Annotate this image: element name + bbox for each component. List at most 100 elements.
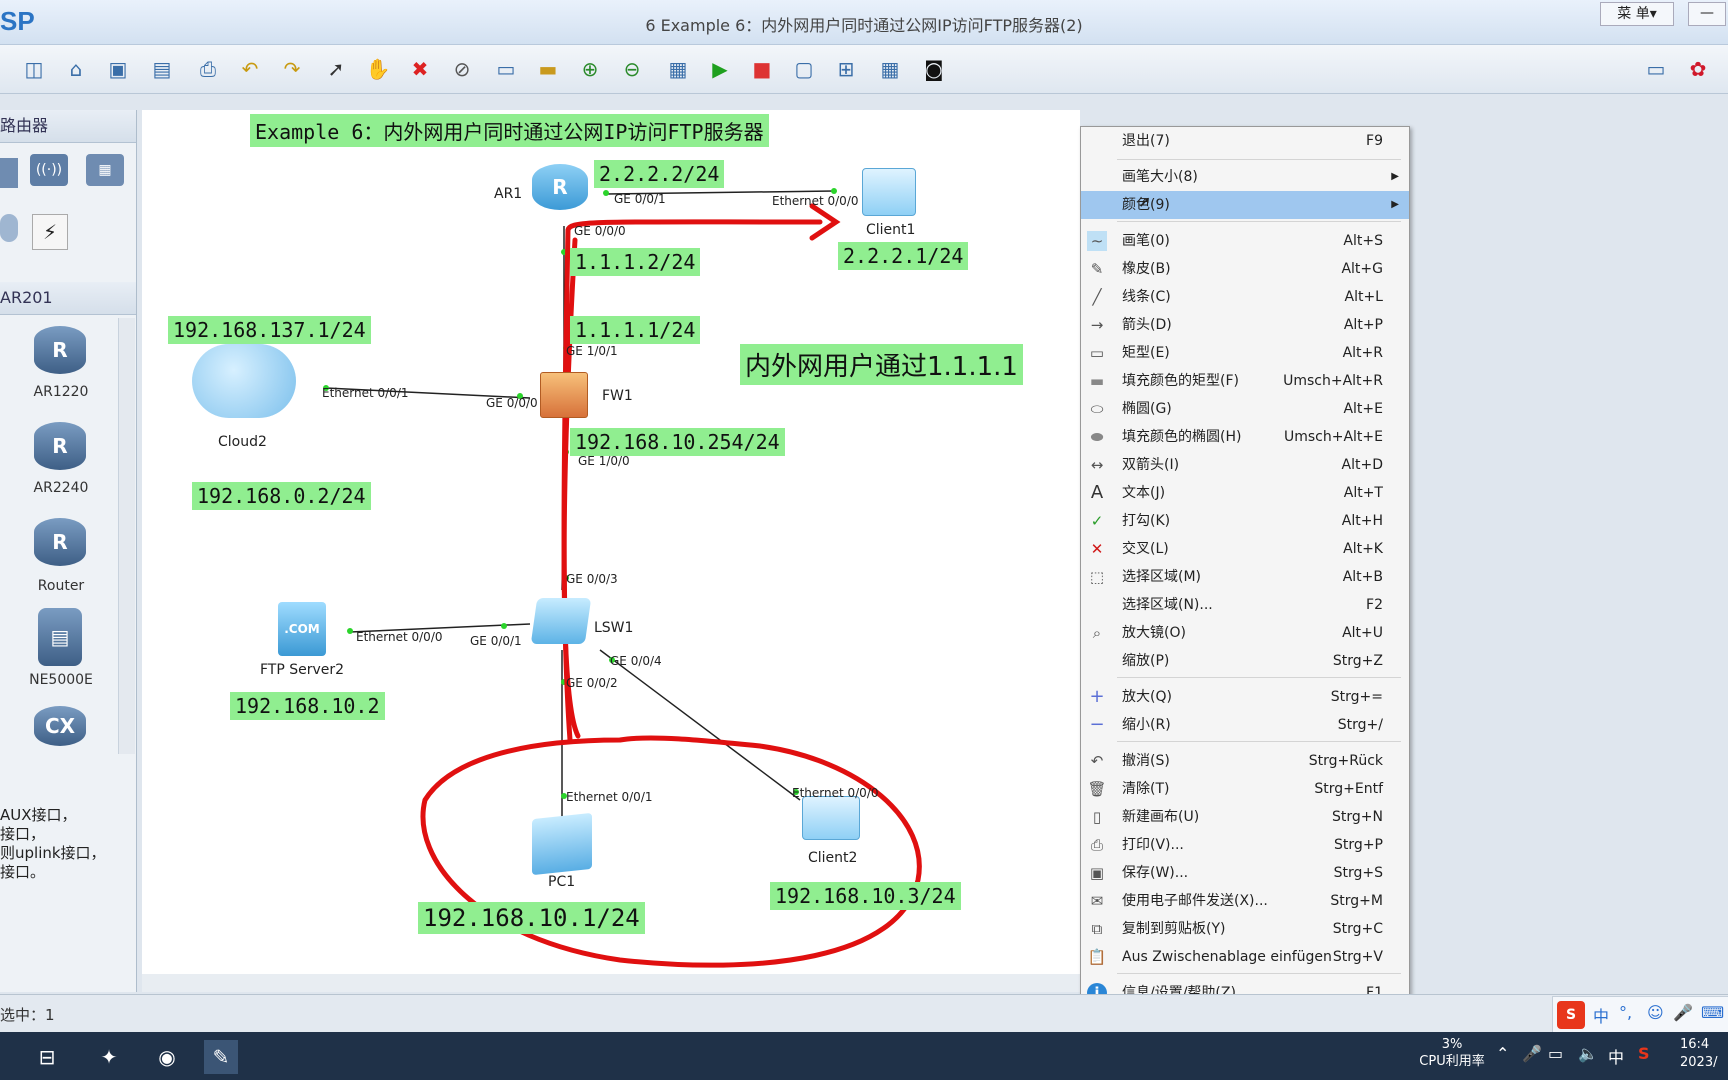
input-language[interactable]: 中 bbox=[1608, 1044, 1624, 1068]
menu-item-shortcut: Alt+B bbox=[1342, 569, 1383, 585]
chevron-up-icon[interactable]: ⌃ bbox=[1496, 1044, 1509, 1063]
lsw1-switch-icon[interactable] bbox=[530, 598, 592, 644]
menu-item-check[interactable]: ✓ 打勾(K) Alt+H bbox=[1081, 507, 1409, 535]
menu-item-arrow[interactable]: → 箭头(D) Alt+P bbox=[1081, 311, 1409, 339]
client2-icon[interactable] bbox=[802, 796, 860, 840]
drawing-context-menu: 退出(7) F9 画笔大小(8) ▶ 颜色(9) ▶ ∼ 画笔(0) Alt+S ✎ 橡皮(… bbox=[1080, 126, 1410, 1032]
port-label: GE 0/0/0 bbox=[486, 396, 538, 410]
menu-item-zoom-out[interactable]: − 缩小(R) Strg+/ bbox=[1081, 711, 1409, 739]
menu-item-magnifier[interactable]: ⌕ 放大镜(O) Alt+U bbox=[1081, 619, 1409, 647]
submenu-arrow-icon: ▶ bbox=[1391, 199, 1399, 210]
ip-label-fw1-in: 192.168.10.254/24 bbox=[570, 428, 785, 456]
fw1-firewall-icon[interactable] bbox=[540, 372, 588, 418]
menu-item-ellipse[interactable]: ⬭ 椭圆(G) Alt+E bbox=[1081, 395, 1409, 423]
menu-item-shortcut: Umsch+Alt+R bbox=[1283, 373, 1383, 389]
menu-item-zoom-in[interactable]: + 放大(Q) Strg+= bbox=[1081, 683, 1409, 711]
keyboard-icon[interactable]: ⌨ bbox=[1701, 1003, 1724, 1022]
menu-item-email[interactable]: ✉ 使用电子邮件发送(X)... Strg+M bbox=[1081, 887, 1409, 915]
port-label: Ethernet 0/0/0 bbox=[792, 786, 879, 800]
menu-item-undo[interactable]: ↶ 撤消(S) Strg+Rück bbox=[1081, 747, 1409, 775]
menu-item-filled-rectangle[interactable]: ▬ 填充颜色的矩型(F) Umsch+Alt+R bbox=[1081, 367, 1409, 395]
menu-item-label: 文本(J) bbox=[1122, 485, 1166, 501]
pc1-icon[interactable] bbox=[532, 812, 592, 876]
menu-item-text[interactable]: A 文本(J) Alt+T bbox=[1081, 479, 1409, 507]
menu-item-label: 缩小(R) bbox=[1122, 717, 1171, 733]
note-label: 内外网用户通过1.1.1.1 bbox=[740, 344, 1023, 385]
menu-item-clear[interactable]: 🗑 清除(T) Strg+Entf bbox=[1081, 775, 1409, 803]
microphone-icon[interactable]: 🎤 bbox=[1522, 1044, 1542, 1063]
port-label: Ethernet 0/0/1 bbox=[566, 790, 653, 804]
sogou-ime-icon[interactable]: S bbox=[1557, 1001, 1585, 1029]
menu-item-shortcut: Strg+N bbox=[1332, 809, 1383, 825]
punctuation-icon[interactable]: °, bbox=[1619, 1003, 1632, 1022]
minimize-button[interactable]: — bbox=[1688, 2, 1726, 26]
zoom-in-icon: + bbox=[1089, 686, 1105, 707]
arrow-icon: → bbox=[1090, 316, 1104, 334]
huawei-logo-icon[interactable]: ✿ bbox=[1684, 55, 1712, 83]
text-icon: A bbox=[1090, 482, 1104, 503]
port-label: Ethernet 0/0/0 bbox=[772, 194, 859, 208]
cross-icon: ✕ bbox=[1090, 540, 1104, 558]
node-label-pc1: PC1 bbox=[548, 874, 576, 890]
menu-item-select-area[interactable]: ⬚ 选择区域(M) Alt+B bbox=[1081, 563, 1409, 591]
port-label: Ethernet 0/0/0 bbox=[356, 630, 443, 644]
menu-item-shortcut: Alt+D bbox=[1341, 457, 1383, 473]
network-icon[interactable]: ▭ bbox=[1548, 1044, 1563, 1063]
menu-item-label: 填充颜色的矩型(F) bbox=[1122, 373, 1239, 389]
submenu-arrow-icon: ▶ bbox=[1391, 171, 1399, 182]
menu-item-filled-ellipse[interactable]: ⬬ 填充颜色的椭圆(H) Umsch+Alt+E bbox=[1081, 423, 1409, 451]
ip-label-client2: 192.168.10.3/24 bbox=[770, 882, 961, 910]
node-label-ar1: AR1 bbox=[494, 186, 523, 202]
task-view-icon[interactable]: ⊟ bbox=[30, 1040, 64, 1074]
menu-item-eraser[interactable]: ✎ 橡皮(B) Alt+G bbox=[1081, 255, 1409, 283]
menu-separator bbox=[1117, 741, 1401, 742]
menu-item-line[interactable]: ╱ 线条(C) Alt+L bbox=[1081, 283, 1409, 311]
save-icon: ▣ bbox=[1089, 864, 1105, 882]
menu-item-zoom[interactable]: 缩放(P) Strg+Z bbox=[1081, 647, 1409, 675]
menu-item-new-canvas[interactable]: ▯ 新建画布(U) Strg+N bbox=[1081, 803, 1409, 831]
check-icon: ✓ bbox=[1090, 512, 1104, 530]
sogou-tray-icon[interactable]: S bbox=[1638, 1044, 1650, 1063]
menu-item-label: Aus Zwischenablage einfügen bbox=[1122, 949, 1332, 965]
ime-mode[interactable]: 中 bbox=[1593, 1003, 1609, 1027]
emoji-icon[interactable]: ☺ bbox=[1647, 1003, 1664, 1022]
volume-icon[interactable]: 🔈 bbox=[1578, 1044, 1598, 1063]
status-selected: 选中：1 bbox=[0, 1006, 55, 1024]
menu-item-copy[interactable]: ⧉ 复制到剪贴板(Y) Strg+C bbox=[1081, 915, 1409, 943]
clock[interactable]: 16:4 2023/ bbox=[1680, 1036, 1728, 1072]
ar1-router-icon[interactable]: R bbox=[532, 164, 588, 210]
paste-icon: 📋 bbox=[1087, 948, 1107, 966]
cloud2-icon[interactable] bbox=[192, 344, 296, 418]
menu-item-rectangle[interactable]: ▭ 矩型(E) Alt+R bbox=[1081, 339, 1409, 367]
menu-item-pen[interactable]: ∼ 画笔(0) Alt+S bbox=[1081, 227, 1409, 255]
client1-icon[interactable] bbox=[862, 168, 916, 216]
menu-button[interactable]: 菜 单▾ bbox=[1600, 2, 1674, 26]
voice-icon[interactable]: 🎤 bbox=[1673, 1003, 1693, 1022]
menu-item-exit[interactable]: 退出(7) F9 bbox=[1081, 127, 1409, 155]
menu-item-pen-size[interactable]: 画笔大小(8) ▶ bbox=[1081, 163, 1409, 191]
port-label: GE 0/0/1 bbox=[614, 192, 666, 206]
ensp-app-icon[interactable]: ✦ bbox=[92, 1040, 126, 1074]
ip-label-fw1-out: 1.1.1.1/24 bbox=[570, 316, 701, 344]
menu-item-color[interactable]: 颜色(9) ▶ bbox=[1081, 191, 1409, 219]
menu-item-label: 椭圆(G) bbox=[1122, 401, 1172, 417]
diagram-heading: Example 6：内外网用户同时通过公网IP访问FTP服务器 bbox=[250, 114, 769, 147]
menu-item-label: 选择区域(M) bbox=[1122, 569, 1202, 585]
menu-item-shortcut: Umsch+Alt+E bbox=[1283, 429, 1383, 445]
chat-icon[interactable]: ▭ bbox=[1642, 55, 1670, 83]
menu-item-shortcut: Strg+V bbox=[1332, 949, 1383, 965]
ftp-server-icon[interactable]: .COM bbox=[278, 602, 326, 656]
node-label-ftp-server: FTP Server2 bbox=[260, 662, 345, 678]
menu-item-print[interactable]: ⎙ 打印(V)... Strg+P bbox=[1081, 831, 1409, 859]
menu-item-cross[interactable]: ✕ 交叉(L) Alt+K bbox=[1081, 535, 1409, 563]
menu-item-select-area-dialog[interactable]: 选择区域(N)... F2 bbox=[1081, 591, 1409, 619]
menu-item-double-arrow[interactable]: ↔ 双箭头(I) Alt+D bbox=[1081, 451, 1409, 479]
drawing-tool-app-icon[interactable]: ✎ bbox=[204, 1040, 238, 1074]
screen-recorder-icon[interactable]: ◉ bbox=[150, 1040, 184, 1074]
menu-item-save[interactable]: ▣ 保存(W)... Strg+S bbox=[1081, 859, 1409, 887]
menu-separator bbox=[1117, 159, 1401, 160]
menu-item-shortcut: Strg+M bbox=[1330, 893, 1383, 909]
menu-item-shortcut: Strg+Rück bbox=[1308, 753, 1383, 769]
menu-item-paste[interactable]: 📋 Aus Zwischenablage einfügen Strg+V bbox=[1081, 943, 1409, 971]
canvas-horizontal-scrollbar[interactable] bbox=[142, 974, 1080, 992]
